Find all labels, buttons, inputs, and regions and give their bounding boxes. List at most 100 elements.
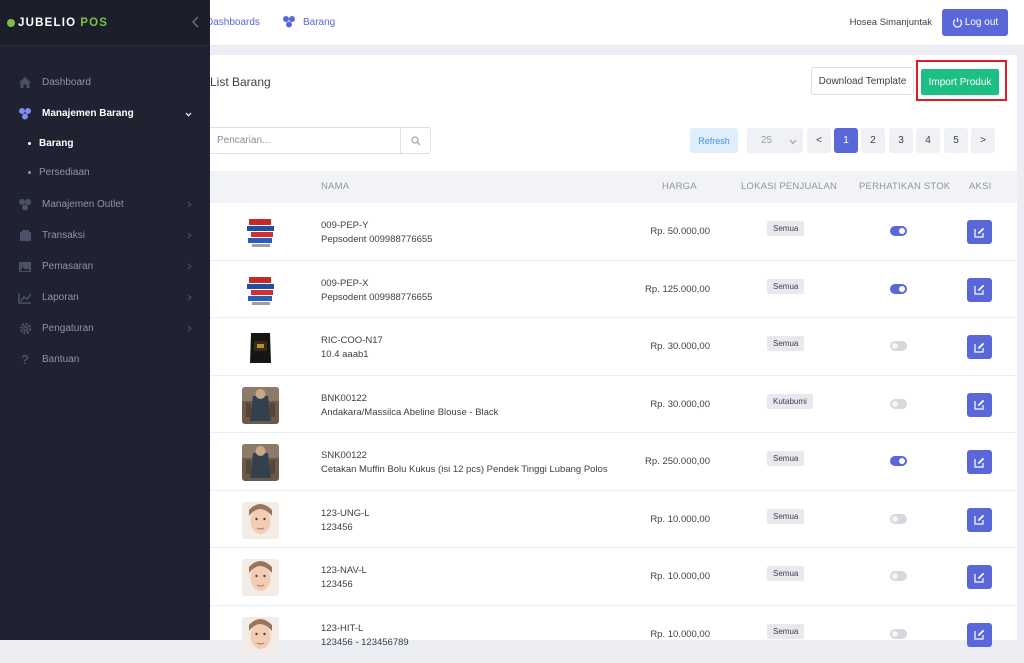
sidebar-item-label: Transaksi [42,230,85,241]
page-3-button[interactable]: 3 [889,128,913,153]
product-name: 10.4 aaab1 [321,349,369,360]
watch-stock-toggle[interactable] [890,284,907,294]
table-row: 123-UNG-L 123456 Rp. 10.000,00 Semua [210,491,1017,549]
location-badge: Semua [767,279,804,294]
logout-label: Log out [965,17,998,28]
watch-stock-toggle[interactable] [890,226,907,236]
sidebar-item-manajemen-outlet[interactable]: Manajemen Outlet [0,189,210,220]
sidebar-subitem-persediaan[interactable]: Persediaan [0,158,210,187]
edit-icon [974,284,985,295]
sidebar-item-label: Dashboard [42,77,91,88]
location-badge: Semua [767,509,804,524]
search-input[interactable] [210,128,400,153]
toggle-knob [892,343,898,349]
column-header-lokasi[interactable]: LOKASI PENJUALAN [741,181,837,192]
product-price: Rp. 30.000,00 [650,399,710,410]
search-icon[interactable] [400,128,430,153]
edit-button[interactable] [967,393,992,417]
page-prev-button[interactable]: < [807,128,831,153]
product-sku: 123-NAV-L [321,565,367,576]
product-thumbnail [242,329,279,366]
product-price: Rp. 125.000,00 [645,284,710,295]
breadcrumb-dashboards[interactable]: Dashboards [206,17,260,28]
product-sku: 123-UNG-L [321,508,370,519]
boxes-icon [282,15,296,29]
sidebar-item-dashboard[interactable]: Dashboard [0,67,210,98]
page-5-button[interactable]: 5 [944,128,968,153]
edit-button[interactable] [967,335,992,359]
edit-button[interactable] [967,508,992,532]
watch-stock-toggle[interactable] [890,399,907,409]
edit-button[interactable] [967,450,992,474]
product-name: Pepsodent 009988776655 [321,292,432,303]
edit-button[interactable] [967,278,992,302]
product-thumbnail [242,214,279,251]
power-icon [952,17,963,28]
page-1-button[interactable]: 1 [834,128,858,153]
sidebar-item-label: Pemasaran [42,261,93,272]
chart-icon [18,291,32,305]
brand-name: JUBELIO [18,17,76,29]
page-next-button[interactable]: > [971,128,995,153]
page-4-button[interactable]: 4 [916,128,940,153]
edit-button[interactable] [967,623,992,647]
watch-stock-toggle[interactable] [890,456,907,466]
page-2-button[interactable]: 2 [861,128,885,153]
product-price: Rp. 10.000,00 [650,571,710,582]
page-title: List Barang [210,75,271,89]
sidebar-item-label: Manajemen Outlet [42,199,124,210]
watch-stock-toggle[interactable] [890,514,907,524]
receipt-icon [18,229,32,243]
sidebar-item-laporan[interactable]: Laporan [0,282,210,313]
refresh-button[interactable]: Refresh [690,128,738,153]
breadcrumb-barang[interactable]: Barang [303,17,335,28]
sidebar-item-label: Bantuan [42,354,79,365]
watch-stock-toggle[interactable] [890,341,907,351]
boxes-icon [18,107,32,121]
sidebar-item-pengaturan[interactable]: Pengaturan [0,313,210,344]
location-badge: Semua [767,336,804,351]
user-name: Hosea Simanjuntak [850,17,932,28]
product-name: 123456 - 123456789 [321,637,409,648]
import-produk-button[interactable]: Import Produk [921,69,999,95]
product-sku: 009-PEP-X [321,278,369,289]
product-price: Rp. 250.000,00 [645,456,710,467]
chevron-right-icon [187,293,192,304]
product-sku: 009-PEP-Y [321,220,369,231]
per-page-select[interactable]: 25 [747,128,803,153]
sidebar-item-pemasaran[interactable]: Pemasaran [0,251,210,282]
toggle-knob [892,516,898,522]
brand-logo[interactable]: JUBELIO POS [0,0,210,46]
chevron-right-icon [187,262,192,273]
chevron-right-icon [187,231,192,242]
table-body: 009-PEP-Y Pepsodent 009988776655 Rp. 50.… [210,203,1017,663]
edit-icon [974,399,985,410]
sidebar-item-bantuan[interactable]: ? Bantuan [0,344,210,375]
column-header-stok[interactable]: PERHATIKAN STOK [859,181,950,192]
column-header-nama[interactable]: NAMA [321,181,349,192]
sidebar-menu: Dashboard Manajemen Barang Barang Persed… [0,67,210,375]
table-row: SNK00122 Cetakan Muffin Bolu Kukus (isi … [210,433,1017,491]
column-header-harga[interactable]: HARGA [662,181,697,192]
product-sku: RIC-COO-N17 [321,335,383,346]
product-price: Rp. 50.000,00 [650,226,710,237]
sidebar-subitem-barang[interactable]: Barang [0,129,210,158]
sidebar-item-manajemen-barang[interactable]: Manajemen Barang [0,98,210,129]
watch-stock-toggle[interactable] [890,571,907,581]
watch-stock-toggle[interactable] [890,629,907,639]
product-thumbnail [242,272,279,309]
location-badge: Semua [767,624,804,639]
edit-button[interactable] [967,220,992,244]
download-template-button[interactable]: Download Template [811,67,914,95]
chevron-right-icon [187,324,192,335]
topbar: Dashboards Barang Hosea Simanjuntak Log … [210,0,1024,46]
bullet-icon [28,142,31,145]
logout-button[interactable]: Log out [942,9,1008,36]
product-name: 123456 [321,579,353,590]
edit-button[interactable] [967,565,992,589]
product-sku: SNK00122 [321,450,367,461]
collapse-sidebar-icon[interactable] [188,13,202,31]
sidebar-item-transaksi[interactable]: Transaksi [0,220,210,251]
chevron-down-icon [185,109,192,120]
product-thumbnail [242,617,279,654]
